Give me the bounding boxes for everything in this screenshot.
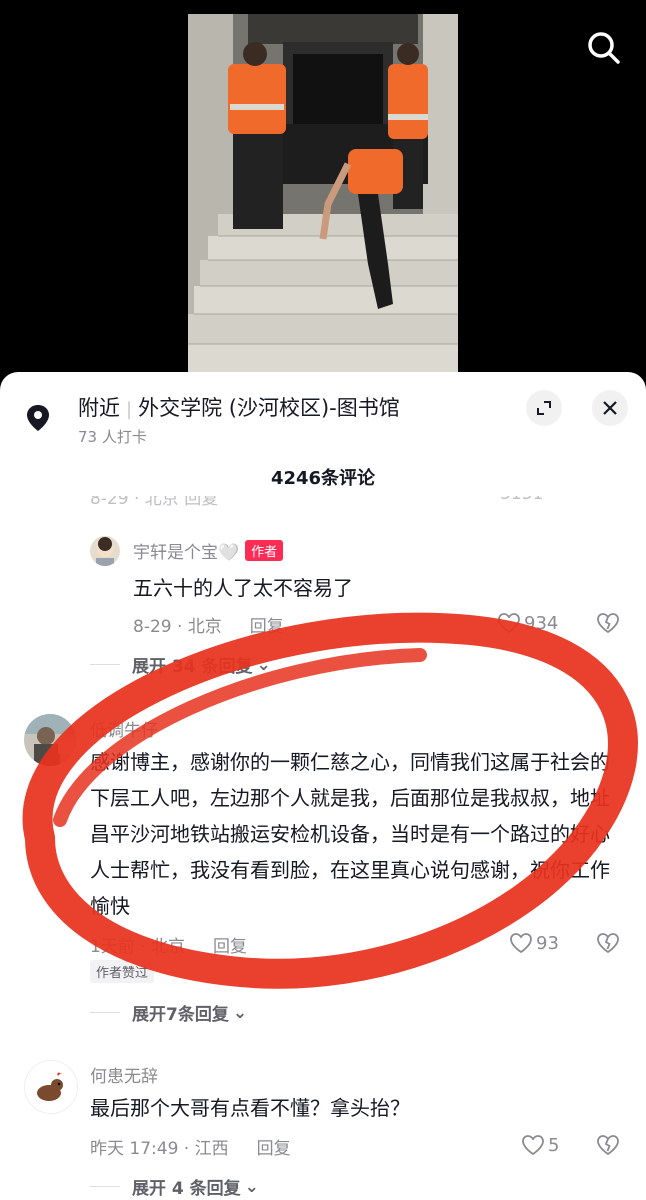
author-badge: 作者 — [245, 540, 284, 561]
author-liked-badge: 作者赞过 — [90, 960, 155, 983]
comment-text: 最后那个大哥有点看不懂？拿头抬？ — [90, 1096, 410, 1120]
close-icon — [603, 401, 617, 415]
location-title[interactable]: 附近 | 外交学院 (沙河校区)-图书馆 — [78, 392, 400, 422]
location-place: 外交学院 (沙河校区)-图书馆 — [138, 396, 400, 420]
divider — [90, 664, 120, 665]
search-icon — [588, 32, 620, 64]
like-count: 5 — [548, 1134, 560, 1156]
comment-count: 4246条评论 — [270, 468, 376, 489]
expand-icon — [537, 401, 551, 415]
comment-date: 昨天 17:49 · 江西 — [90, 1139, 229, 1159]
video-area[interactable] — [0, 0, 646, 390]
comments-sheet: 附近 | 外交学院 (沙河校区)-图书馆 73 人打卡 4246条评论 8-29 ·… — [0, 372, 646, 1200]
comment-text: 五六十的人了太不容易了 — [133, 576, 353, 600]
location-prefix: 附近 — [78, 396, 120, 420]
expand-replies-label: 展开7条回复 — [132, 1005, 229, 1025]
dislike-button[interactable] — [596, 932, 620, 958]
broken-heart-icon — [597, 613, 619, 634]
comment-author[interactable]: 宇轩是个宝🤍 作者 — [133, 538, 284, 563]
heart-icon — [498, 613, 520, 634]
video-scene — [188, 14, 458, 372]
avatar[interactable] — [24, 1060, 78, 1114]
comment-text: 感谢博主，感谢你的一颗仁慈之心，同情我们这属于社会的下层工人吧，左边那个人就是我… — [90, 750, 610, 918]
previous-comment-likes: 3131 — [500, 496, 543, 504]
location-checkins: 73 人打卡 — [78, 428, 147, 446]
heart-icon — [522, 1135, 544, 1156]
like-button[interactable]: 5 — [521, 1134, 559, 1156]
location-separator: | — [126, 399, 133, 420]
expand-replies-button[interactable]: 展开7条回复 ⌄ — [90, 1000, 247, 1025]
avatar[interactable] — [90, 536, 120, 566]
previous-comment-meta: 8-29 · 北京 回复 3131 — [0, 496, 646, 518]
comment-meta: 昨天 17:49 · 江西 回复 — [90, 1134, 291, 1159]
expand-replies-button[interactable]: 展开 34 条回复 ⌄ — [90, 652, 271, 677]
like-button[interactable]: 934 — [497, 612, 558, 634]
close-button[interactable] — [592, 390, 628, 426]
broken-heart-icon — [597, 933, 619, 954]
expand-replies-label: 展开 4 条回复 — [132, 1179, 241, 1199]
comment-meta: 1天前 · 北京 回复 — [90, 932, 247, 957]
heart-icon — [510, 933, 532, 954]
reply-button[interactable]: 回复 — [257, 1139, 291, 1159]
like-count: 93 — [536, 932, 559, 954]
comment-date: 8-29 · 北京 — [133, 617, 222, 637]
author-name: 宇轩是个宝🤍 — [133, 543, 240, 563]
search-button[interactable] — [584, 28, 624, 68]
comment-meta: 8-29 · 北京 回复 — [133, 612, 284, 637]
divider — [90, 1186, 120, 1187]
avatar[interactable] — [24, 714, 76, 766]
chevron-down-icon: ⌄ — [232, 1002, 248, 1023]
reply-button[interactable]: 回复 — [250, 617, 284, 637]
previous-comment-meta-text: 8-29 · 北京 回复 — [90, 496, 219, 509]
dislike-button[interactable] — [596, 1134, 620, 1160]
dislike-button[interactable] — [596, 612, 620, 638]
chevron-down-icon: ⌄ — [256, 654, 271, 675]
location-row[interactable]: 附近 | 外交学院 (沙河校区)-图书馆 73 人打卡 — [0, 372, 646, 462]
divider — [90, 1012, 120, 1013]
like-button[interactable]: 93 — [509, 932, 559, 954]
expand-replies-button[interactable]: 展开 4 条回复 ⌄ — [90, 1174, 259, 1199]
chevron-down-icon: ⌄ — [244, 1176, 259, 1197]
reply-button[interactable]: 回复 — [213, 937, 247, 957]
expand-replies-label: 展开 34 条回复 — [132, 657, 253, 677]
like-count: 934 — [524, 612, 559, 634]
comment-author[interactable]: 低调牛仔 — [90, 716, 158, 741]
broken-heart-icon — [597, 1135, 619, 1156]
comment-date: 1天前 · 北京 — [90, 937, 186, 957]
location-pin-icon — [22, 402, 54, 434]
expand-button[interactable] — [526, 390, 562, 426]
comment-author[interactable]: 何患无辞 — [90, 1062, 158, 1087]
video-frame[interactable] — [188, 14, 458, 372]
